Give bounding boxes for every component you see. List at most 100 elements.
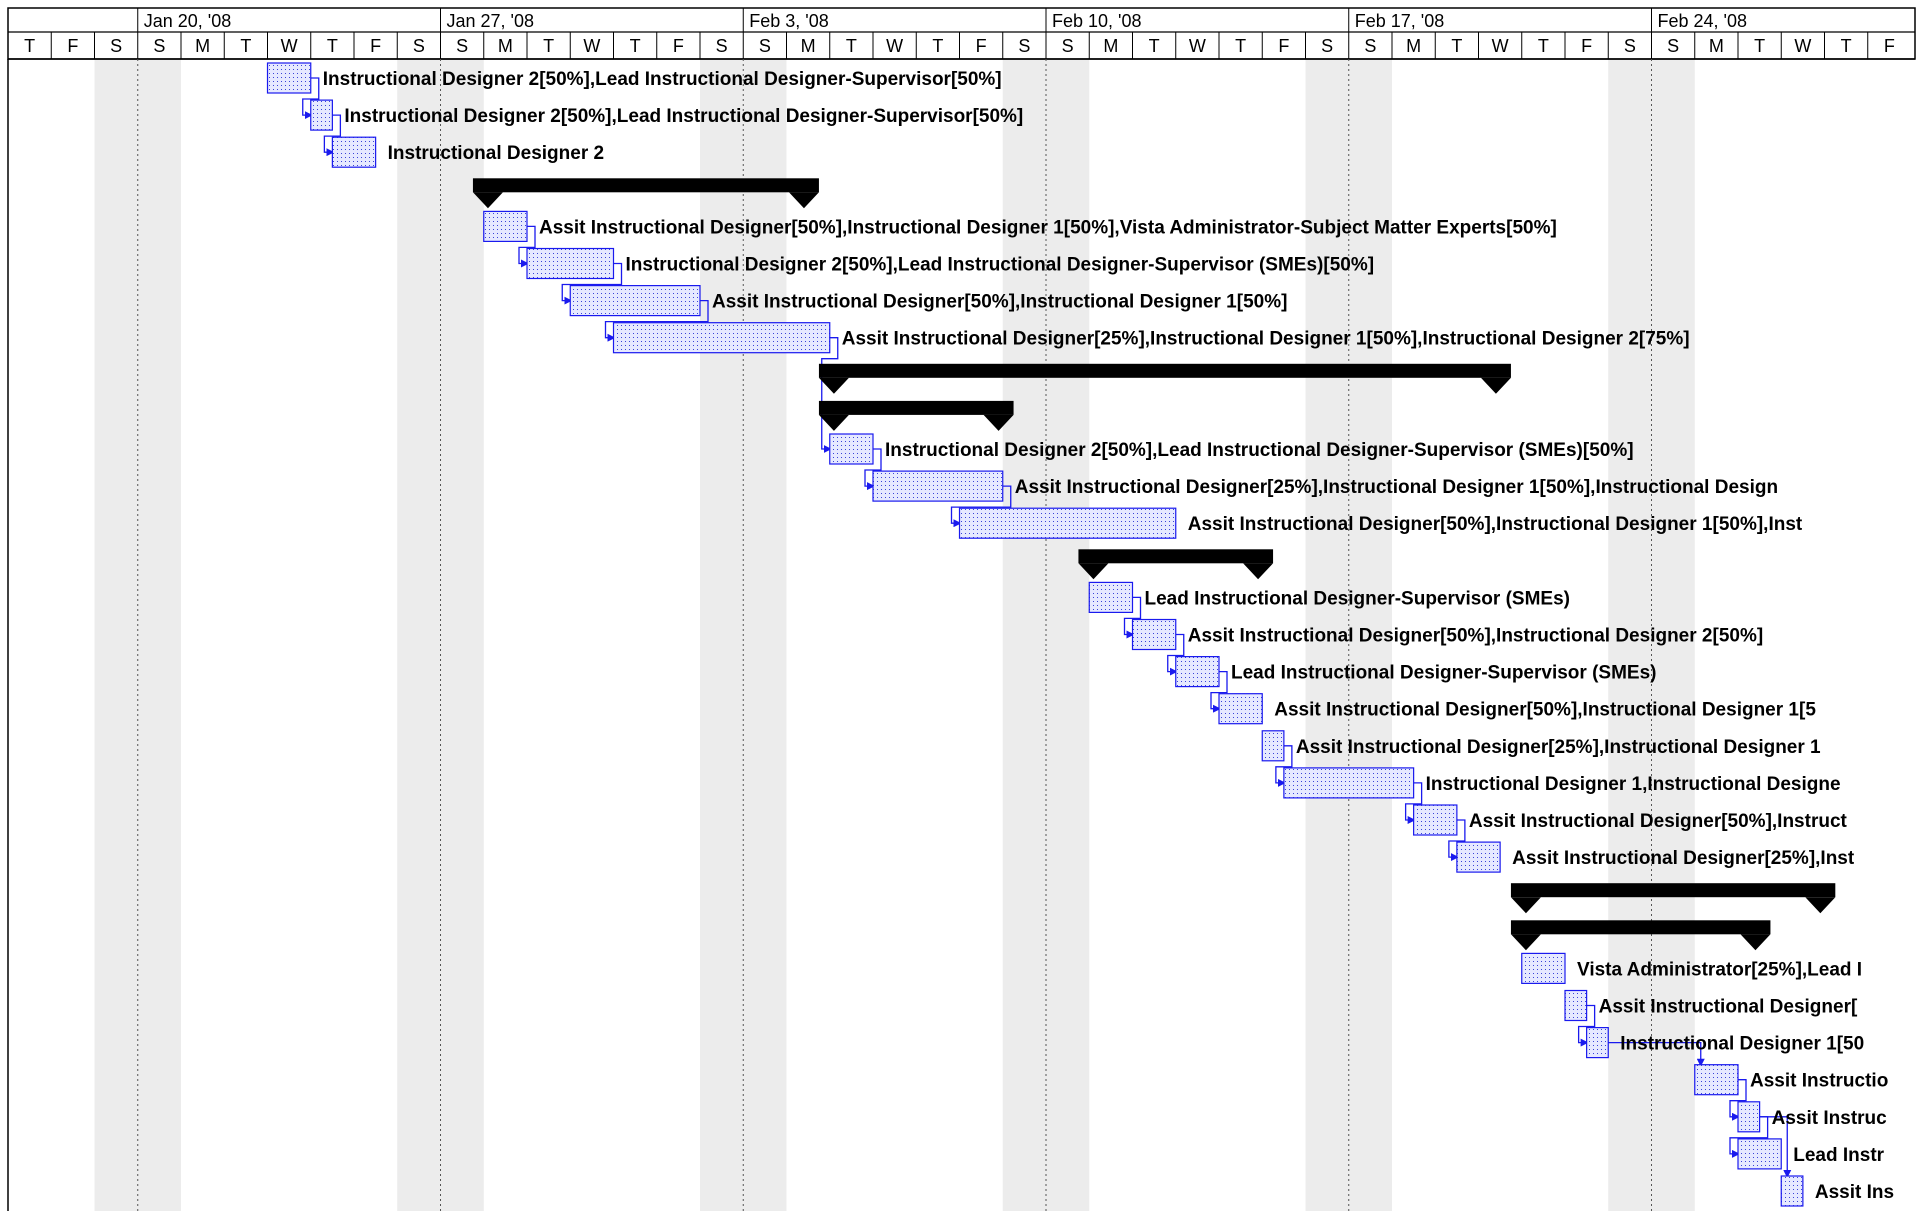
task-bar[interactable] bbox=[1694, 1064, 1739, 1096]
summary-bar[interactable] bbox=[472, 178, 819, 193]
task-bar[interactable] bbox=[1521, 952, 1566, 985]
task-bar[interactable] bbox=[483, 210, 528, 242]
day-label: T bbox=[1235, 36, 1246, 56]
resource-assignment-label: Assit Instructional Designer[50%],Instru… bbox=[712, 292, 1287, 313]
summary-bar[interactable] bbox=[1510, 920, 1771, 935]
task-bar[interactable] bbox=[310, 99, 333, 131]
task-bar[interactable] bbox=[1737, 1101, 1761, 1133]
day-label: T bbox=[327, 36, 338, 56]
task-bar[interactable] bbox=[1088, 581, 1134, 614]
day-label: S bbox=[456, 36, 468, 56]
summary-start-cap bbox=[1510, 934, 1541, 951]
resource-assignment-label: Lead Instructional Designer-Supervisor (… bbox=[1145, 588, 1570, 609]
week-label: Jan 20, '08 bbox=[144, 11, 232, 31]
resource-assignment-label: Assit Instructional Designer[50%],Instru… bbox=[1188, 626, 1763, 647]
resource-assignment-label: Instructional Designer 2 bbox=[388, 143, 604, 164]
nonworking-day bbox=[440, 59, 484, 1211]
day-label: T bbox=[24, 36, 35, 56]
resource-assignment-label: Instructional Designer 2[50%],Lead Instr… bbox=[885, 440, 1634, 461]
day-label: F bbox=[976, 36, 987, 56]
task-bar[interactable] bbox=[612, 322, 831, 354]
nonworking-day bbox=[94, 59, 138, 1211]
task-bar[interactable] bbox=[526, 247, 615, 280]
day-label: T bbox=[630, 36, 641, 56]
dependency-link bbox=[821, 337, 839, 453]
task-bar[interactable] bbox=[1780, 1175, 1804, 1207]
day-label: M bbox=[1103, 36, 1118, 56]
day-label: S bbox=[1321, 36, 1333, 56]
task-bar[interactable] bbox=[1737, 1138, 1782, 1170]
resource-assignment-label: Instructional Designer 1,Instructional D… bbox=[1426, 774, 1841, 795]
day-label: T bbox=[846, 36, 857, 56]
week-label: Feb 3, '08 bbox=[749, 11, 829, 31]
summary-bar[interactable] bbox=[1510, 883, 1836, 898]
resource-assignment-label: Assit Instructional Designer[50%],Instru… bbox=[1188, 514, 1803, 535]
day-label: T bbox=[1149, 36, 1160, 56]
resource-assignment-label: Assit Instructional Designer[25%],Instru… bbox=[842, 329, 1690, 350]
day-label: S bbox=[1624, 36, 1636, 56]
day-label: W bbox=[1492, 36, 1509, 56]
resource-assignment-label: Lead Instructional Designer-Supervisor (… bbox=[1231, 663, 1656, 684]
resource-assignment-label: Instructional Designer 2[50%],Lead Instr… bbox=[344, 106, 1023, 127]
task-bar[interactable] bbox=[569, 285, 701, 317]
resource-assignment-label: Vista Administrator[25%],Lead I bbox=[1577, 959, 1862, 980]
summary-end-cap bbox=[788, 192, 819, 209]
day-label: F bbox=[370, 36, 381, 56]
nonworking-day bbox=[137, 59, 181, 1211]
task-bar[interactable] bbox=[1218, 693, 1263, 725]
task-bar[interactable] bbox=[1261, 730, 1285, 762]
task-bar[interactable] bbox=[1586, 1026, 1609, 1059]
resource-assignment-label: Assit Instructional Designer[25%],Instru… bbox=[1296, 737, 1821, 758]
summary-start-cap bbox=[818, 377, 849, 394]
summary-end-cap bbox=[1480, 377, 1511, 394]
resource-assignment-label: Lead Instr bbox=[1793, 1145, 1884, 1166]
resource-assignment-label: Assit Instructional Designer[50%],Instru… bbox=[1469, 811, 1848, 832]
resource-assignment-label: Assit Instructional Designer[ bbox=[1599, 997, 1858, 1018]
task-bar[interactable] bbox=[872, 470, 1004, 502]
task-bar[interactable] bbox=[1131, 618, 1177, 651]
day-label: M bbox=[1406, 36, 1421, 56]
day-label: W bbox=[1189, 36, 1206, 56]
resource-assignment-label: Assit Instructio bbox=[1750, 1071, 1888, 1092]
day-label: M bbox=[498, 36, 513, 56]
day-label: T bbox=[1841, 36, 1852, 56]
task-bar[interactable] bbox=[1175, 655, 1220, 688]
resource-assignment-label: Assit Instruc bbox=[1772, 1108, 1888, 1129]
day-label: W bbox=[281, 36, 298, 56]
day-label: F bbox=[67, 36, 78, 56]
summary-end-cap bbox=[1805, 897, 1836, 914]
day-label: S bbox=[759, 36, 771, 56]
task-bar[interactable] bbox=[1564, 989, 1588, 1022]
resource-assignment-label: Assit Instructional Designer[50%],Instru… bbox=[539, 217, 1557, 238]
task-bar[interactable] bbox=[1456, 841, 1501, 873]
summary-bar[interactable] bbox=[818, 400, 1014, 415]
day-label: S bbox=[716, 36, 728, 56]
week-label: Jan 27, '08 bbox=[447, 11, 535, 31]
resource-assignment-label: Instructional Designer 1[50 bbox=[1620, 1034, 1864, 1055]
resource-assignment-label: Assit Instructional Designer[25%],Instru… bbox=[1015, 477, 1778, 498]
summary-bar[interactable] bbox=[1078, 549, 1274, 564]
summary-end-cap bbox=[1243, 563, 1274, 580]
day-label: T bbox=[1451, 36, 1462, 56]
week-label: Feb 10, '08 bbox=[1052, 11, 1142, 31]
day-label: F bbox=[1884, 36, 1895, 56]
day-label: S bbox=[1364, 36, 1376, 56]
day-label: W bbox=[1794, 36, 1811, 56]
task-bar[interactable] bbox=[1283, 767, 1415, 799]
summary-start-cap bbox=[1510, 897, 1541, 914]
day-label: M bbox=[1709, 36, 1724, 56]
task-bar[interactable] bbox=[958, 507, 1177, 539]
resource-assignment-label: Assit Instructional Designer[50%],Instru… bbox=[1274, 700, 1816, 721]
task-bar[interactable] bbox=[829, 433, 874, 465]
nonworking-day bbox=[397, 59, 441, 1211]
day-label: F bbox=[1278, 36, 1289, 56]
day-label: F bbox=[673, 36, 684, 56]
task-bar[interactable] bbox=[331, 136, 377, 168]
day-label: W bbox=[583, 36, 600, 56]
summary-bar[interactable] bbox=[818, 363, 1511, 378]
resource-assignment-label: Assit Instructional Designer[25%],Inst bbox=[1512, 848, 1855, 869]
day-label: W bbox=[886, 36, 903, 56]
task-bar[interactable] bbox=[266, 62, 312, 94]
day-label: S bbox=[153, 36, 165, 56]
task-bar[interactable] bbox=[1413, 804, 1458, 836]
